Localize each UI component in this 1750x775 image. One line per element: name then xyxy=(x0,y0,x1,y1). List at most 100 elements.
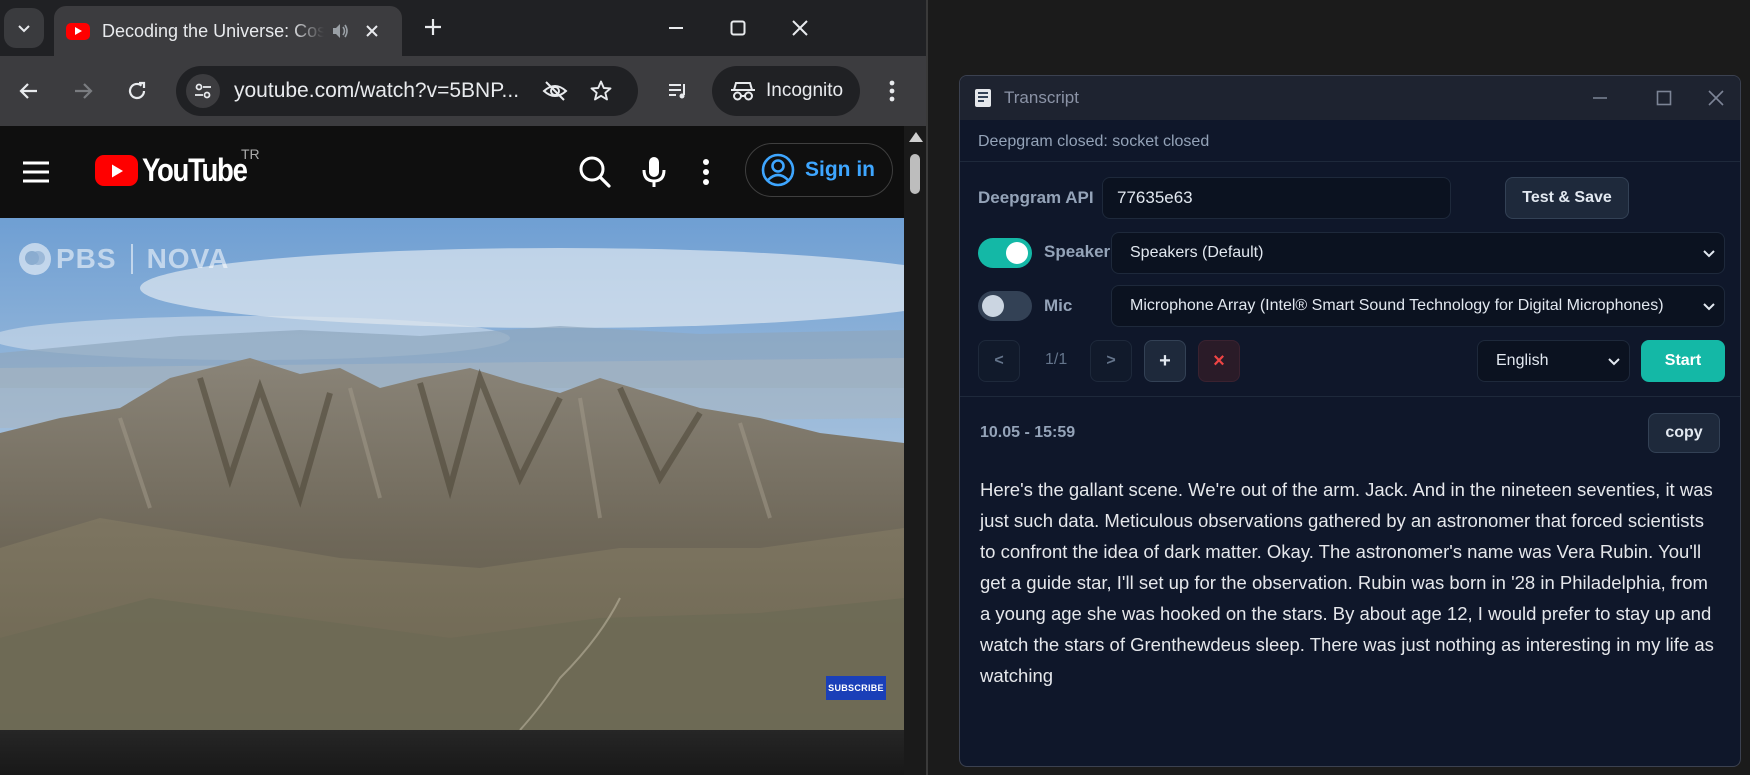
pbs-head-logo-icon xyxy=(19,243,51,275)
speaker-audio-icon[interactable] xyxy=(330,21,350,41)
speaker-device-select[interactable]: Speakers (Default) xyxy=(1111,232,1725,274)
url-text[interactable]: youtube.com/watch?v=5BNP... xyxy=(234,79,534,103)
close-icon xyxy=(1708,90,1724,106)
language-select[interactable]: English xyxy=(1477,340,1630,382)
mic-device-value: Microphone Array (Intel® Smart Sound Tec… xyxy=(1130,297,1664,314)
controls-divider xyxy=(960,396,1740,397)
transcript-app-icon xyxy=(975,89,991,107)
tune-icon xyxy=(195,83,211,99)
language-value: English xyxy=(1496,352,1549,369)
close-icon xyxy=(792,20,808,36)
next-page-button[interactable]: > xyxy=(1090,340,1132,382)
incognito-icon xyxy=(731,82,755,101)
copy-button[interactable]: copy xyxy=(1648,413,1720,453)
chevron-down-icon xyxy=(1703,250,1715,258)
arrow-left-icon xyxy=(19,83,37,99)
youtube-page: YouTube TR Sign in PBS NOVA SUBSCRIBE xyxy=(0,126,926,775)
tracking-protection-button[interactable] xyxy=(542,78,568,104)
youtube-favicon-icon xyxy=(66,22,90,40)
bookmark-button[interactable] xyxy=(588,78,614,104)
pbs-nova-watermark: PBS NOVA xyxy=(18,242,229,276)
minimize-button[interactable] xyxy=(656,10,696,46)
test-save-button[interactable]: Test & Save xyxy=(1505,177,1629,219)
status-divider xyxy=(960,161,1740,162)
page-indicator: 1/1 xyxy=(1045,351,1068,368)
minimize-icon xyxy=(669,27,683,29)
microphone-icon xyxy=(642,157,666,187)
sign-in-button[interactable]: Sign in xyxy=(745,143,893,197)
close-window-button[interactable] xyxy=(780,10,820,46)
search-button[interactable] xyxy=(573,150,617,194)
transcript-titlebar: Transcript xyxy=(960,76,1740,120)
video-player[interactable]: PBS NOVA SUBSCRIBE xyxy=(0,218,904,730)
star-icon xyxy=(590,80,612,101)
more-vertical-icon xyxy=(889,80,895,102)
scroll-up-arrow-icon[interactable] xyxy=(909,132,923,142)
search-icon xyxy=(579,156,611,188)
queue-music-icon xyxy=(669,84,685,99)
new-tab-button[interactable] xyxy=(418,12,448,42)
api-key-input[interactable]: 77635e63 xyxy=(1102,177,1451,219)
maximize-button[interactable] xyxy=(718,10,758,46)
subscribe-overlay-button[interactable]: SUBSCRIBE xyxy=(826,676,886,700)
media-controls-button[interactable] xyxy=(660,73,696,109)
account-circle-icon xyxy=(761,153,795,187)
guide-menu-button[interactable] xyxy=(18,154,54,190)
entry-timestamp: 10.05 - 15:59 xyxy=(980,424,1076,441)
browser-tab-active[interactable]: Decoding the Universe: Cosmology | NOVA xyxy=(54,6,402,56)
mic-toggle[interactable] xyxy=(978,291,1032,321)
connection-status: Deepgram closed: socket closed xyxy=(978,133,1210,150)
chevron-down-icon xyxy=(1703,303,1715,311)
video-frame-mountain xyxy=(0,218,904,730)
transcript-close-button[interactable] xyxy=(1696,82,1736,114)
prev-page-button[interactable]: < xyxy=(978,340,1020,382)
eye-off-icon xyxy=(542,81,568,101)
sign-in-label: Sign in xyxy=(805,158,875,181)
reload-button[interactable] xyxy=(119,73,155,109)
minimize-icon xyxy=(1593,97,1607,99)
youtube-logo[interactable]: YouTube xyxy=(95,152,264,189)
chevron-down-icon xyxy=(1608,358,1620,366)
incognito-badge[interactable]: Incognito xyxy=(712,66,860,116)
more-vertical-icon xyxy=(703,159,709,185)
youtube-logo-text: YouTube xyxy=(142,152,248,188)
add-entry-button[interactable]: + xyxy=(1144,340,1186,382)
tab-title: Decoding the Universe: Cosmology | NOVA xyxy=(102,20,324,41)
transcript-minimize-button[interactable] xyxy=(1580,82,1620,114)
page-scrollbar[interactable] xyxy=(904,126,926,775)
speaker-toggle[interactable] xyxy=(978,238,1032,268)
settings-menu-button[interactable] xyxy=(684,150,728,194)
nova-text: NOVA xyxy=(146,243,230,274)
deepgram-api-label: Deepgram API xyxy=(978,188,1094,207)
tab-close-icon[interactable] xyxy=(364,23,380,39)
country-code: TR xyxy=(241,146,260,162)
address-bar[interactable]: youtube.com/watch?v=5BNP... xyxy=(176,66,638,116)
site-info-button[interactable] xyxy=(186,74,220,108)
toggle-knob xyxy=(982,295,1004,317)
scroll-thumb[interactable] xyxy=(910,154,920,194)
chevron-down-icon xyxy=(18,25,30,33)
voice-search-button[interactable] xyxy=(632,150,676,194)
toggle-knob xyxy=(1006,242,1028,264)
transcript-maximize-button[interactable] xyxy=(1644,82,1684,114)
forward-button[interactable] xyxy=(65,73,101,109)
pbs-text: PBS xyxy=(56,243,117,274)
back-button[interactable] xyxy=(11,73,47,109)
browser-toolbar: youtube.com/watch?v=5BNP... Incognito xyxy=(0,56,926,126)
start-button[interactable]: Start xyxy=(1641,340,1725,382)
tab-search-button[interactable] xyxy=(4,8,44,48)
delete-entry-button[interactable]: × xyxy=(1198,340,1240,382)
mic-device-select[interactable]: Microphone Array (Intel® Smart Sound Tec… xyxy=(1111,285,1725,327)
speaker-device-value: Speakers (Default) xyxy=(1130,244,1264,261)
browser-window: Decoding the Universe: Cosmology | NOVA xyxy=(0,0,926,775)
tab-strip: Decoding the Universe: Cosmology | NOVA xyxy=(0,0,926,56)
speaker-label: Speaker xyxy=(1044,242,1111,261)
browser-menu-button[interactable] xyxy=(874,73,910,109)
youtube-header: YouTube TR Sign in xyxy=(0,126,904,218)
watermark-divider xyxy=(130,244,133,274)
transcript-window-title: Transcript xyxy=(1004,88,1079,107)
reload-icon xyxy=(128,81,146,100)
plus-icon xyxy=(425,19,441,35)
mic-label: Mic xyxy=(1044,296,1073,315)
transcript-window: Transcript Deepgram closed: socket close… xyxy=(959,75,1741,767)
